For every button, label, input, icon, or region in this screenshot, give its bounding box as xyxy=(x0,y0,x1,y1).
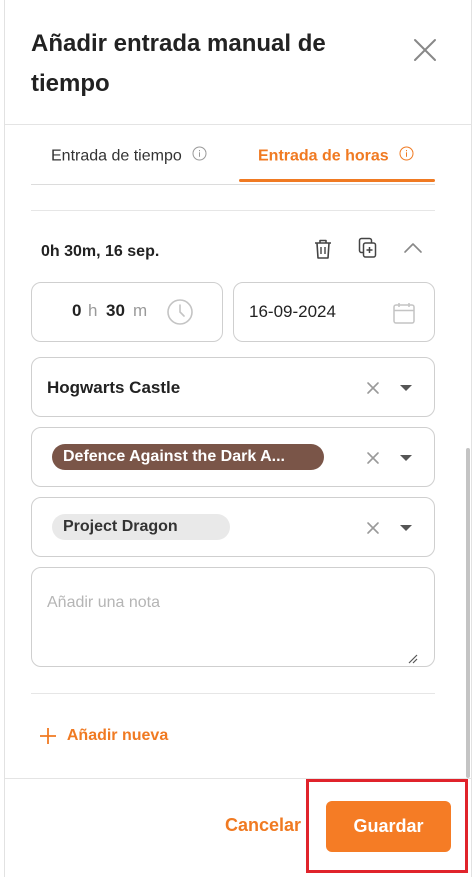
add-new-button[interactable]: Añadir nueva xyxy=(39,727,168,745)
note-textarea[interactable]: Añadir una nota xyxy=(31,567,435,667)
location-value: Hogwarts Castle xyxy=(47,378,181,397)
caret-down-icon[interactable] xyxy=(399,453,413,463)
trash-icon xyxy=(315,239,331,259)
project-tag: Project Dragon xyxy=(52,514,230,540)
entry-divider xyxy=(31,210,435,211)
clock-icon xyxy=(167,299,193,325)
info-icon xyxy=(399,146,414,167)
info-icon xyxy=(192,146,207,167)
minutes-unit: m xyxy=(133,301,148,320)
tab-entrada-de-tiempo[interactable]: Entrada de tiempo xyxy=(51,146,207,167)
duration-field[interactable]: 0 h 30 m xyxy=(31,282,223,342)
project-select[interactable]: Project Dragon xyxy=(31,497,435,557)
scrollbar[interactable] xyxy=(466,448,470,778)
add-new-label: Añadir nueva xyxy=(66,727,169,745)
tabs-divider xyxy=(31,184,435,185)
plus-icon xyxy=(40,728,56,744)
calendar-icon[interactable] xyxy=(392,301,416,325)
class-select[interactable]: Defence Against the Dark A... xyxy=(31,427,435,487)
hours-value[interactable]: 0 xyxy=(72,301,81,321)
duplicate-entry-button[interactable] xyxy=(357,236,379,260)
collapse-entry-button[interactable] xyxy=(402,240,424,256)
cancel-button[interactable]: Cancelar xyxy=(225,815,301,836)
clear-icon[interactable] xyxy=(365,450,381,466)
duplicate-icon xyxy=(358,237,377,258)
delete-entry-button[interactable] xyxy=(312,237,334,261)
date-field[interactable]: 16-09-2024 xyxy=(233,282,435,342)
note-placeholder: Añadir una nota xyxy=(47,594,160,611)
entry-summary: 0h 30m, 16 sep. xyxy=(41,243,160,260)
caret-down-icon[interactable] xyxy=(399,523,413,533)
location-select[interactable]: Hogwarts Castle xyxy=(31,357,435,417)
tab-label: Entrada de horas xyxy=(258,147,389,165)
active-tab-indicator xyxy=(239,179,435,182)
class-tag: Defence Against the Dark A... xyxy=(52,444,324,470)
date-value[interactable]: 16-09-2024 xyxy=(249,302,336,322)
highlight-box xyxy=(306,779,468,873)
minutes-value[interactable]: 30 xyxy=(106,301,125,321)
header-divider xyxy=(5,124,471,125)
clear-icon[interactable] xyxy=(365,520,381,536)
modal-title: Añadir entrada manual de tiempo xyxy=(31,30,326,97)
hours-unit: h xyxy=(88,301,98,320)
clear-icon[interactable] xyxy=(365,380,381,396)
tab-entrada-de-horas[interactable]: Entrada de horas xyxy=(258,146,414,167)
chevron-up-icon xyxy=(404,243,422,253)
resize-handle-icon[interactable] xyxy=(408,654,418,664)
close-button[interactable] xyxy=(410,35,440,65)
tab-label: Entrada de tiempo xyxy=(51,147,182,165)
section-divider xyxy=(31,693,435,694)
caret-down-icon[interactable] xyxy=(399,383,413,393)
close-icon xyxy=(414,39,436,61)
